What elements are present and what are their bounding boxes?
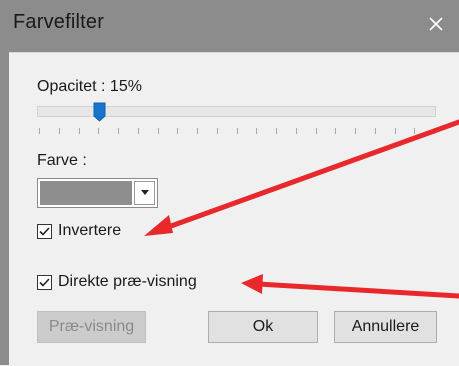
color-swatch bbox=[40, 181, 132, 205]
slider-tick bbox=[177, 128, 178, 134]
slider-tick bbox=[237, 128, 238, 134]
window-left-border bbox=[0, 0, 9, 365]
slider-tick bbox=[118, 128, 119, 134]
slider-tick bbox=[375, 128, 376, 134]
close-icon bbox=[429, 17, 443, 31]
color-label: Farve : bbox=[37, 152, 87, 169]
checkmark-icon bbox=[39, 227, 50, 236]
opacity-slider-thumb[interactable] bbox=[93, 102, 106, 122]
slider-tick bbox=[434, 128, 435, 134]
ok-button[interactable]: Ok bbox=[208, 311, 318, 343]
slider-tick bbox=[39, 128, 40, 134]
slider-tick bbox=[158, 128, 159, 134]
preview-button[interactable]: Præ-visning bbox=[37, 311, 146, 343]
slider-tick bbox=[217, 128, 218, 134]
live-preview-checkbox[interactable] bbox=[37, 275, 52, 290]
slider-tick bbox=[355, 128, 356, 134]
slider-tick bbox=[276, 128, 277, 134]
close-button[interactable] bbox=[419, 7, 453, 41]
slider-tick bbox=[316, 128, 317, 134]
slider-tick bbox=[296, 128, 297, 134]
invert-checkbox[interactable] bbox=[37, 224, 52, 239]
slider-tick bbox=[98, 128, 99, 134]
slider-tick bbox=[138, 128, 139, 134]
invert-label[interactable]: Invertere bbox=[58, 222, 121, 240]
live-preview-label[interactable]: Direkte præ-visning bbox=[58, 273, 197, 291]
window-title: Farvefilter bbox=[13, 11, 105, 33]
slider-tick bbox=[79, 128, 80, 134]
slider-tick bbox=[256, 128, 257, 134]
slider-tick bbox=[395, 128, 396, 134]
checkmark-icon bbox=[39, 278, 50, 287]
slider-tick bbox=[414, 128, 415, 134]
slider-tick bbox=[197, 128, 198, 134]
slider-tick bbox=[59, 128, 60, 134]
cancel-button[interactable]: Annullere bbox=[334, 311, 437, 343]
slider-tick bbox=[335, 128, 336, 134]
chevron-down-icon bbox=[141, 190, 149, 195]
opacity-label: Opacitet : 15% bbox=[37, 78, 142, 95]
